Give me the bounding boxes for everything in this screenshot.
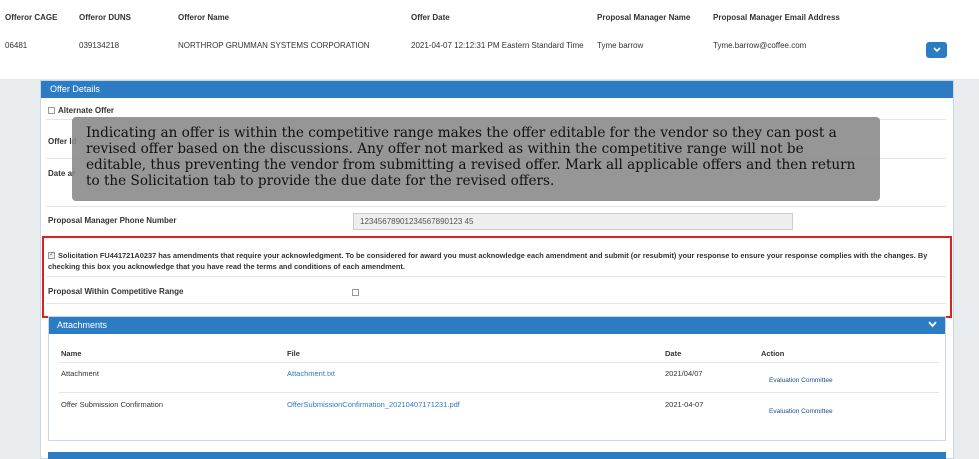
alternate-offer-label: Alternate Offer: [58, 106, 115, 115]
competitive-range-label: Proposal Within Competitive Range: [48, 287, 184, 296]
divider: [46, 303, 946, 304]
att-col-action: Action: [761, 349, 785, 358]
divider: [59, 362, 939, 363]
attachment-name: Offer Submission Confirmation: [61, 400, 163, 409]
attachment-name: Attachment: [61, 369, 99, 378]
amendment-ack-text: Solicitation FU441721A0237 has amendment…: [48, 251, 928, 271]
offers-grid: Offeror CAGE Offeror DUNS Offeror Name O…: [0, 0, 979, 80]
col-header-cage: Offeror CAGE: [5, 13, 58, 22]
cell-pm-email: Tyme.barrow@coffee.com: [713, 41, 807, 50]
phone-field[interactable]: 12345678901234567890123 45: [353, 213, 793, 230]
cell-duns: 039134218: [79, 41, 120, 50]
next-panel-header[interactable]: [48, 452, 946, 459]
competitive-range-tooltip: Indicating an offer is within the compet…: [72, 117, 880, 201]
col-header-pm-email: Proposal Manager Email Address: [713, 13, 840, 22]
expand-row-button[interactable]: [926, 42, 947, 58]
chevron-down-icon[interactable]: [928, 317, 937, 334]
cell-cage: 06481: [5, 41, 28, 50]
attachments-header[interactable]: Attachments: [49, 317, 945, 334]
competitive-range-checkbox[interactable]: [352, 289, 359, 296]
col-header-name: Offeror Name: [178, 13, 230, 22]
attachment-date: 2021-04-07: [665, 400, 704, 409]
attachments-panel: Attachments Name File Date Action Attach…: [48, 316, 946, 441]
attachment-action[interactable]: Evaluation Committee: [769, 408, 833, 415]
attachment-file-link[interactable]: OfferSubmissionConfirmation_202104071712…: [287, 400, 460, 409]
cell-offeror-name: NORTHROP GRUMMAN SYSTEMS CORPORATION: [178, 41, 370, 50]
cell-offer-date: 2021-04-07 12:12:31 PM Eastern Standard …: [411, 41, 584, 50]
divider: [46, 276, 946, 277]
att-col-file: File: [287, 349, 300, 358]
offer-details-header[interactable]: Offer Details: [41, 81, 953, 98]
divider: [46, 206, 946, 207]
chevron-down-icon: [932, 47, 941, 53]
attachment-date: 2021/04/07: [665, 369, 703, 378]
col-header-pm-name: Proposal Manager Name: [597, 13, 691, 22]
attachment-file-link[interactable]: Attachment.txt: [287, 369, 335, 378]
col-header-offer-date: Offer Date: [411, 13, 450, 22]
highlight-box: [42, 236, 952, 318]
attachment-action[interactable]: Evaluation Committee: [769, 377, 833, 384]
cell-pm-name: Tyme barrow: [597, 41, 644, 50]
phone-label: Proposal Manager Phone Number: [48, 216, 177, 225]
col-header-duns: Offeror DUNS: [79, 13, 132, 22]
tooltip-text: Indicating an offer is within the compet…: [86, 125, 856, 189]
divider: [59, 392, 939, 393]
att-col-name: Name: [61, 349, 82, 358]
att-col-date: Date: [665, 349, 682, 358]
alternate-offer-checkbox[interactable]: [48, 107, 55, 114]
